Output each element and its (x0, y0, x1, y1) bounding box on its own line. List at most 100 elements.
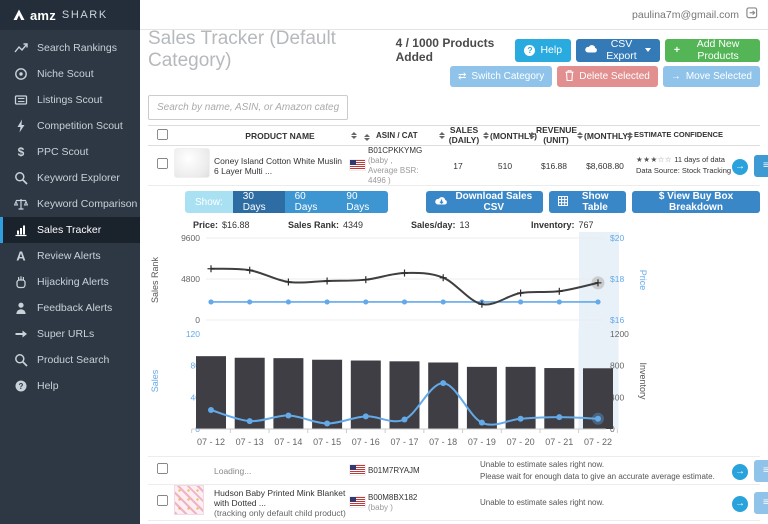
hide-data-button[interactable]: ≡Hide Data (754, 154, 768, 177)
asin-cell: B00M8BX182 (baby ) (368, 492, 418, 512)
row-checkbox[interactable] (156, 494, 169, 506)
sales-monthly-value: 510 (497, 160, 513, 171)
add-new-products-button[interactable]: + Add New Products (664, 38, 760, 62)
estimate-confidence-cell: ★★★☆☆ 11 days of data Data Source: Stock … (636, 155, 732, 175)
sort-icon[interactable] (577, 132, 583, 139)
csv-export-button[interactable]: CSV Export (576, 38, 660, 62)
sidebar-item-feedback-alerts[interactable]: Feedback Alerts (0, 295, 140, 321)
move-selected-button[interactable]: → Move Selected (662, 66, 760, 87)
person-icon (14, 301, 28, 315)
row-checkbox[interactable] (156, 157, 169, 169)
sidebar-item-niche-scout[interactable]: Niche Scout (0, 61, 140, 87)
product-name[interactable]: Coney Island Cotton White Muslin 6 Layer… (214, 156, 350, 176)
arrow-right-icon: → (670, 71, 681, 82)
us-flag-icon (350, 464, 365, 475)
svg-text:07 - 12: 07 - 12 (197, 437, 225, 447)
svg-text:Sales: Sales (150, 369, 160, 392)
range-90-days[interactable]: 90 Days (336, 191, 389, 213)
table-icon: ≡ (763, 464, 768, 476)
products-count: 4 / 1000 Products Added (395, 36, 495, 64)
product-image (174, 148, 210, 178)
range-60-days[interactable]: 60 Days (284, 191, 337, 213)
stat-sales-day: Sales/day: 13 (411, 219, 470, 230)
sidebar-item-label: Hijacking Alerts (37, 276, 109, 288)
sidebar-item-listings-scout[interactable]: Listings Scout (0, 87, 140, 113)
sort-icon[interactable] (351, 132, 357, 139)
trash-icon (565, 69, 574, 84)
table-icon: ≡ (763, 159, 768, 171)
svg-text:07 - 18: 07 - 18 (429, 437, 457, 447)
sales-daily-value: 17 (453, 160, 463, 171)
svg-text:Inventory: Inventory (638, 362, 648, 400)
sidebar-item-help[interactable]: ? Help (0, 373, 140, 399)
svg-text:07 - 17: 07 - 17 (390, 437, 418, 447)
product-name[interactable]: Hudson Baby Printed Mink Blanket with Do… (214, 488, 350, 518)
select-all-checkbox[interactable] (156, 128, 169, 141)
letter-a-icon: A (14, 249, 28, 263)
svg-text:07 - 14: 07 - 14 (274, 437, 302, 447)
magnifier-icon (14, 353, 28, 367)
col-estimate-confidence: ESTIMATE CONFIDENCE (634, 130, 724, 140)
sidebar-item-ppc-scout[interactable]: $ PPC Scout (0, 139, 140, 165)
sidebar-item-label: Product Search (37, 354, 110, 366)
sort-icon[interactable] (439, 132, 445, 139)
us-flag-icon (350, 159, 365, 170)
sidebar-item-product-search[interactable]: Product Search (0, 347, 140, 373)
question-icon: ? (14, 379, 28, 393)
svg-text:4800: 4800 (181, 274, 200, 284)
bolt-icon (14, 119, 28, 133)
dollar-icon: $ (14, 145, 28, 159)
open-product-icon[interactable]: → (732, 158, 748, 175)
amzshark-logo[interactable]: amz SHARK (0, 0, 140, 30)
help-button[interactable]: ? Help (515, 38, 572, 62)
sidebar-item-super-urls[interactable]: Super URLs (0, 321, 140, 347)
sort-icon[interactable] (627, 132, 633, 139)
target-icon (14, 67, 28, 81)
sidebar-item-review-alerts[interactable]: A Review Alerts (0, 243, 140, 269)
svg-text:9600: 9600 (181, 233, 200, 243)
sidebar-item-sales-tracker[interactable]: Sales Tracker (0, 217, 140, 243)
show-data-button[interactable]: ≡Show Data (754, 459, 768, 482)
sort-icon[interactable] (529, 132, 535, 139)
list-card-icon (14, 93, 28, 107)
page-title: Sales Tracker (Default Category) (148, 28, 336, 71)
svg-text:120: 120 (186, 329, 200, 339)
sidebar-item-keyword-comparison[interactable]: Keyword Comparison (0, 191, 140, 217)
sort-icon[interactable] (364, 134, 370, 141)
range-30-days[interactable]: 30 Days (232, 191, 285, 213)
star-rating: ★★★☆☆ (636, 155, 673, 164)
svg-text:$20: $20 (610, 233, 624, 243)
search-input[interactable] (148, 95, 348, 120)
sidebar-item-keyword-explorer[interactable]: Keyword Explorer (0, 165, 140, 191)
col-revenue-unit: REVENUE (UNIT) (536, 124, 578, 145)
logout-icon[interactable] (746, 6, 758, 24)
sort-icon[interactable] (483, 132, 489, 139)
row-checkbox[interactable] (156, 462, 169, 474)
download-sales-csv-button[interactable]: Download Sales CSV (426, 191, 544, 213)
sidebar-item-search-rankings[interactable]: Search Rankings (0, 35, 140, 61)
sidebar-item-label: Sales Tracker (37, 224, 102, 236)
switch-category-button[interactable]: ⇄ Switch Category (450, 66, 553, 87)
svg-text:07 - 15: 07 - 15 (313, 437, 341, 447)
open-product-icon[interactable]: → (732, 463, 748, 480)
open-product-icon[interactable]: → (732, 495, 748, 512)
plus-icon: + (673, 44, 681, 56)
scales-icon (14, 197, 28, 211)
arrow-right-icon (14, 327, 28, 341)
sidebar-item-competition-scout[interactable]: Competition Scout (0, 113, 140, 139)
svg-text:$16: $16 (610, 315, 624, 325)
chart-line-icon (14, 41, 28, 55)
stat-sales-rank: Sales Rank: 4349 (288, 219, 364, 230)
show-table-button[interactable]: Show Table (549, 191, 626, 213)
product-stats: Price: $16.88 Sales Rank: 4349 Sales/day: 1… (148, 217, 760, 232)
view-buybox-breakdown-button[interactable]: $ View Buy Box Breakdown (632, 191, 760, 213)
logo-text-shark: SHARK (61, 9, 108, 21)
swap-icon: ⇄ (458, 71, 467, 82)
sidebar-item-hijacking-alerts[interactable]: Hijacking Alerts (0, 269, 140, 295)
delete-selected-button[interactable]: Delete Selected (557, 66, 658, 87)
show-data-button[interactable]: ≡Show Data (754, 491, 768, 514)
magnifier-icon (14, 171, 28, 185)
rank-price-chart: 9600 4800 0 $20 $18 $16 Sales Rank Price (150, 232, 648, 329)
asin-cell: B01M7RYAJM (368, 465, 420, 475)
svg-text:Sales Rank: Sales Rank (150, 256, 160, 303)
